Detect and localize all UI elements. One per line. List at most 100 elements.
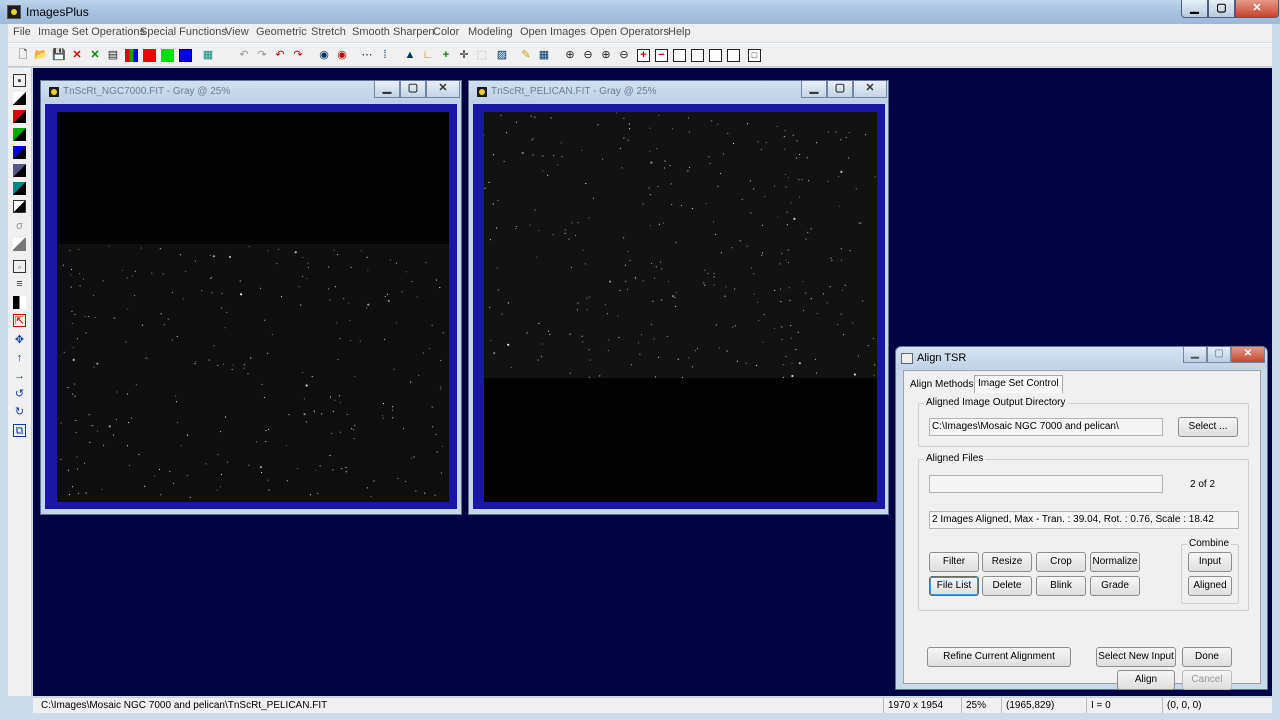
view-square-4-icon[interactable]: [727, 49, 740, 62]
image-minimize-button[interactable]: ▁: [801, 81, 827, 98]
frame-icon[interactable]: ▫: [13, 260, 26, 273]
pixel-table-icon[interactable]: ▦: [536, 48, 552, 64]
menu-open-operators[interactable]: Open Operators: [590, 26, 669, 38]
menu-image-set-operations[interactable]: Image Set Operations: [38, 26, 145, 38]
rgb-channels-icon[interactable]: [125, 49, 138, 62]
filter-button[interactable]: Filter: [929, 552, 979, 572]
done-button[interactable]: Done: [1182, 647, 1232, 667]
enlarge-icon[interactable]: +: [637, 49, 650, 62]
zoom-out-icon[interactable]: ⊖: [580, 48, 596, 64]
combine-aligned-button[interactable]: Aligned: [1188, 576, 1232, 596]
rotate-left-icon[interactable]: ↺: [13, 388, 26, 401]
dialog-minimize-button[interactable]: ▁: [1183, 347, 1207, 363]
close-all-icon[interactable]: ✕: [87, 48, 103, 64]
zoom-actual-icon[interactable]: ⊖: [616, 48, 632, 64]
split-icon[interactable]: [13, 296, 26, 309]
dialog-titlebar[interactable]: Align TSR ▁ ▢ ✕: [896, 347, 1267, 369]
star-select-icon[interactable]: ◉: [334, 48, 350, 64]
image-close-button[interactable]: ✕: [426, 81, 460, 98]
red-tool-icon[interactable]: [13, 110, 26, 123]
refine-alignment-button[interactable]: Refine Current Alignment: [927, 647, 1071, 667]
close-image-icon[interactable]: ✕: [69, 48, 85, 64]
menu-geometric[interactable]: Geometric: [256, 26, 307, 38]
red-channel-icon[interactable]: [143, 49, 156, 62]
tab-align-methods[interactable]: Align Methods: [907, 377, 976, 395]
green-channel-icon[interactable]: [161, 49, 174, 62]
histogram-icon[interactable]: ▲: [402, 48, 418, 64]
menu-smooth-sharpen[interactable]: Smooth Sharpen: [352, 26, 435, 38]
select-new-input-button[interactable]: Select New Input: [1096, 647, 1176, 667]
blue-channel-icon[interactable]: [179, 49, 192, 62]
menu-help[interactable]: Help: [668, 26, 691, 38]
new-file-icon[interactable]: 🗋: [15, 48, 31, 64]
image-stats-icon[interactable]: ▨: [494, 48, 510, 64]
save-icon[interactable]: 💾: [51, 48, 67, 64]
image-canvas[interactable]: [484, 112, 877, 502]
image-window-ngc7000[interactable]: TnScRt_NGC7000.FIT - Gray @ 25% ▁ ▢ ✕: [40, 80, 462, 515]
align-button[interactable]: Align: [1117, 670, 1175, 690]
move-icon[interactable]: ✥: [13, 334, 26, 347]
add-icon[interactable]: +: [438, 48, 454, 64]
redo-icon[interactable]: ↷: [254, 48, 270, 64]
menu-modeling[interactable]: Modeling: [468, 26, 513, 38]
image-maximize-button[interactable]: ▢: [400, 81, 426, 98]
close-button[interactable]: ✕: [1235, 0, 1279, 18]
dotted-line-icon[interactable]: ⋯: [359, 48, 375, 64]
image-window-titlebar[interactable]: TnScRt_NGC7000.FIT - Gray @ 25% ▁ ▢ ✕: [41, 81, 461, 103]
image-window-pelican[interactable]: TnScRt_PELICAN.FIT - Gray @ 25% ▁ ▢ ✕: [468, 80, 889, 515]
output-directory-field[interactable]: C:\Images\Mosaic NGC 7000 and pelican\: [929, 418, 1163, 436]
resize-button[interactable]: Resize: [982, 552, 1032, 572]
save-icon[interactable]: ▪: [13, 74, 26, 87]
pixel-grid-icon[interactable]: ⁞: [377, 48, 393, 64]
blink-button[interactable]: Blink: [1036, 576, 1086, 596]
crop-button[interactable]: Crop: [1036, 552, 1086, 572]
grade-button[interactable]: Grade: [1090, 576, 1140, 596]
zoom-fit-icon[interactable]: ⊕: [598, 48, 614, 64]
menu-file[interactable]: File: [13, 26, 31, 38]
menu-view[interactable]: View: [225, 26, 249, 38]
green-tool-icon[interactable]: [13, 128, 26, 141]
blue-tool-icon[interactable]: [13, 146, 26, 159]
rotate-right-icon[interactable]: ↻: [13, 406, 26, 419]
image-minimize-button[interactable]: ▁: [374, 81, 400, 98]
dialog-maximize-button[interactable]: ▢: [1207, 347, 1231, 363]
open-folder-icon[interactable]: 📂: [33, 48, 49, 64]
pencil-icon[interactable]: ✎: [518, 48, 534, 64]
curves-icon[interactable]: ∟: [420, 48, 436, 64]
view-square-3-icon[interactable]: [709, 49, 722, 62]
crosshair-icon[interactable]: ✛: [456, 48, 472, 64]
crop-icon[interactable]: ⇱: [13, 314, 26, 327]
normalize-button[interactable]: Normalize: [1090, 552, 1140, 572]
channel-mix-icon[interactable]: [13, 164, 26, 177]
undo-icon[interactable]: ↶: [236, 48, 252, 64]
menu-open-images[interactable]: Open Images: [520, 26, 586, 38]
gamma-icon[interactable]: σ: [13, 220, 26, 233]
image-maximize-button[interactable]: ▢: [827, 81, 853, 98]
image-window-titlebar[interactable]: TnScRt_PELICAN.FIT - Gray @ 25% ▁ ▢ ✕: [469, 81, 888, 103]
selection-box-icon[interactable]: ⬚: [474, 48, 490, 64]
levels-icon[interactable]: [13, 200, 26, 213]
zoom-in-icon[interactable]: ⊕: [562, 48, 578, 64]
tab-image-set-control[interactable]: Image Set Control: [974, 375, 1063, 393]
menu-special-functions[interactable]: Special Functions: [140, 26, 227, 38]
resize-icon[interactable]: ⧉: [13, 424, 26, 437]
undo-all-icon[interactable]: ↶: [272, 48, 288, 64]
maximize-button[interactable]: ▢: [1208, 0, 1235, 18]
menu-color[interactable]: Color: [433, 26, 459, 38]
view-square-2-icon[interactable]: [691, 49, 704, 62]
invert-icon[interactable]: [13, 92, 26, 105]
print-icon[interactable]: ▤: [105, 48, 121, 64]
image-close-button[interactable]: ✕: [853, 81, 887, 98]
cyan-tool-icon[interactable]: [13, 182, 26, 195]
file-list-button[interactable]: File List: [929, 576, 979, 596]
view-square-5-icon[interactable]: □: [748, 49, 761, 62]
image-canvas[interactable]: [57, 112, 449, 502]
view-square-1-icon[interactable]: [673, 49, 686, 62]
reduce-icon[interactable]: −: [655, 49, 668, 62]
redo-all-icon[interactable]: ↷: [290, 48, 306, 64]
select-directory-button[interactable]: Select ...: [1178, 417, 1238, 437]
grid-icon[interactable]: ▦: [200, 48, 216, 64]
align-left-icon[interactable]: ≡: [13, 278, 26, 291]
combine-input-button[interactable]: Input: [1188, 552, 1232, 572]
flip-vertical-icon[interactable]: ↑: [13, 352, 26, 365]
